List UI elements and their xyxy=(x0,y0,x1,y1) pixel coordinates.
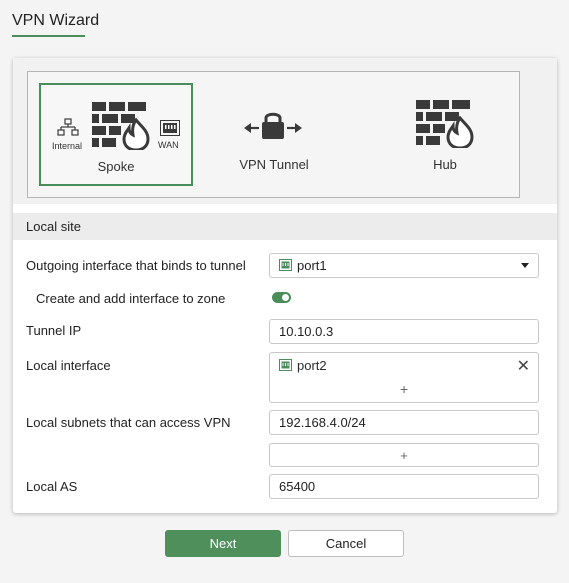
add-interface-button[interactable]: + xyxy=(400,381,408,397)
wizard-card: Internal WAN Spoke VPN Tunnel Hub Local … xyxy=(13,58,557,513)
toggle-knob xyxy=(282,294,289,301)
next-button[interactable]: Next xyxy=(165,530,281,557)
tunnel-label: VPN Tunnel xyxy=(239,157,309,172)
outgoing-interface-value: port1 xyxy=(297,258,327,273)
topology-diagram: Internal WAN Spoke VPN Tunnel Hub xyxy=(27,71,520,198)
topology-node-spoke[interactable]: Internal WAN Spoke xyxy=(39,83,193,186)
tunnel-ip-input[interactable]: 10.10.0.3 xyxy=(269,319,539,344)
zone-toggle-switch[interactable] xyxy=(272,292,291,303)
local-as-input[interactable]: 65400 xyxy=(269,474,539,499)
tunnel-ip-label: Tunnel IP xyxy=(26,323,82,338)
outgoing-interface-select[interactable]: port1 xyxy=(269,253,539,278)
firewall-icon xyxy=(92,102,150,150)
spoke-label: Spoke xyxy=(97,159,135,174)
outgoing-interface-label: Outgoing interface that binds to tunnel xyxy=(26,258,246,273)
cancel-button[interactable]: Cancel xyxy=(288,530,404,557)
close-icon[interactable]: ✕ xyxy=(517,356,530,376)
wan-port-icon xyxy=(160,120,180,136)
section-local-site: Local site xyxy=(13,213,557,240)
wizard-title: VPN Wizard xyxy=(12,12,100,29)
port-icon xyxy=(279,259,292,271)
local-interface-entry: port2 xyxy=(279,358,327,373)
chevron-down-icon xyxy=(521,263,529,268)
spoke-internal-tag: Internal xyxy=(52,141,83,151)
zone-toggle-label: Create and add interface to zone xyxy=(36,291,226,306)
local-interface-select[interactable]: port2 ✕ + xyxy=(269,352,539,403)
wizard-title-underline xyxy=(12,35,85,37)
local-subnets-label: Local subnets that can access VPN xyxy=(26,415,231,430)
local-interface-value: port2 xyxy=(297,358,327,373)
local-interface-label: Local interface xyxy=(26,358,111,373)
lock-icon xyxy=(244,112,302,139)
spoke-wan-tag: WAN xyxy=(158,140,179,150)
port-icon xyxy=(279,359,292,371)
topology-band: Internal WAN Spoke VPN Tunnel Hub xyxy=(13,58,557,204)
firewall-icon xyxy=(416,100,474,148)
flame-icon xyxy=(122,117,150,150)
local-subnets-input[interactable]: 192.168.4.0/24 xyxy=(269,410,539,435)
flame-icon xyxy=(446,115,474,148)
add-subnet-button[interactable]: + xyxy=(269,443,539,467)
network-tree-icon xyxy=(57,118,79,136)
local-as-label: Local AS xyxy=(26,479,78,494)
hub-label: Hub xyxy=(433,157,457,172)
